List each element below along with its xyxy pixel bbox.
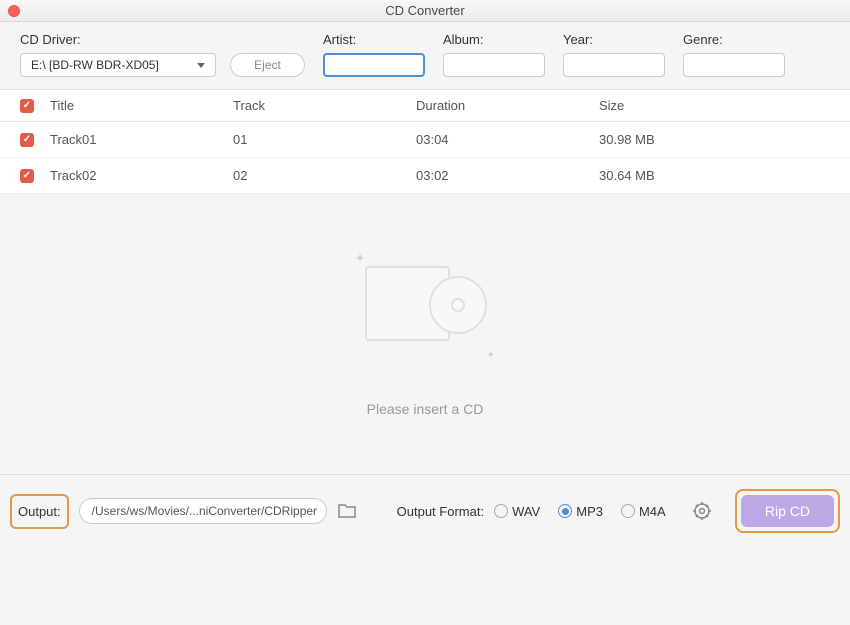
rip-cd-button[interactable]: Rip CD [741, 495, 834, 527]
year-input[interactable] [563, 53, 665, 77]
folder-icon[interactable] [337, 503, 357, 519]
empty-state: ✦ ✦ Please insert a CD [0, 194, 850, 474]
row-checkbox[interactable] [20, 169, 34, 183]
cd-driver-value: E:\ [BD-RW BDR-XD05] [31, 58, 159, 72]
format-m4a-radio[interactable]: M4A [621, 504, 666, 519]
output-label: Output: [10, 494, 69, 529]
table-header: Title Track Duration Size [0, 90, 850, 122]
format-radio-group: WAV MP3 M4A [494, 504, 666, 519]
row-checkbox[interactable] [20, 133, 34, 147]
rip-button-highlight: Rip CD [735, 489, 840, 533]
settings-icon[interactable] [692, 501, 712, 521]
row-duration: 03:02 [416, 168, 599, 183]
header-title: Title [50, 98, 233, 113]
table-row[interactable]: Track01 01 03:04 30.98 MB [0, 122, 850, 158]
format-mp3-radio[interactable]: MP3 [558, 504, 603, 519]
chevron-down-icon [197, 63, 205, 68]
close-window-button[interactable] [8, 5, 20, 17]
year-label: Year: [563, 32, 665, 47]
genre-input[interactable] [683, 53, 785, 77]
artist-label: Artist: [323, 32, 425, 47]
output-path-display[interactable]: /Users/ws/Movies/...niConverter/CDRipper [79, 498, 327, 524]
empty-message: Please insert a CD [367, 401, 484, 417]
row-title: Track02 [50, 168, 233, 183]
output-format-label: Output Format: [397, 504, 484, 519]
header-duration: Duration [416, 98, 599, 113]
titlebar: CD Converter [0, 0, 850, 22]
row-duration: 03:04 [416, 132, 599, 147]
header-size: Size [599, 98, 830, 113]
row-size: 30.98 MB [599, 132, 830, 147]
cd-illustration: ✦ ✦ [355, 251, 495, 351]
table-row[interactable]: Track02 02 03:02 30.64 MB [0, 158, 850, 194]
artist-input[interactable] [323, 53, 425, 77]
bottom-bar: Output: /Users/ws/Movies/...niConverter/… [0, 474, 850, 547]
metadata-form: CD Driver: E:\ [BD-RW BDR-XD05] Eject Ar… [0, 22, 850, 90]
sparkle-icon: ✦ [355, 251, 365, 265]
row-track: 02 [233, 168, 416, 183]
cd-driver-select[interactable]: E:\ [BD-RW BDR-XD05] [20, 53, 216, 77]
genre-label: Genre: [683, 32, 785, 47]
row-size: 30.64 MB [599, 168, 830, 183]
album-label: Album: [443, 32, 545, 47]
row-title: Track01 [50, 132, 233, 147]
sparkle-icon: ✦ [487, 350, 495, 361]
row-track: 01 [233, 132, 416, 147]
cd-driver-label: CD Driver: [20, 32, 305, 47]
album-input[interactable] [443, 53, 545, 77]
eject-button[interactable]: Eject [230, 53, 305, 77]
header-track: Track [233, 98, 416, 113]
select-all-checkbox[interactable] [20, 99, 34, 113]
window-title: CD Converter [385, 3, 464, 18]
format-wav-radio[interactable]: WAV [494, 504, 540, 519]
